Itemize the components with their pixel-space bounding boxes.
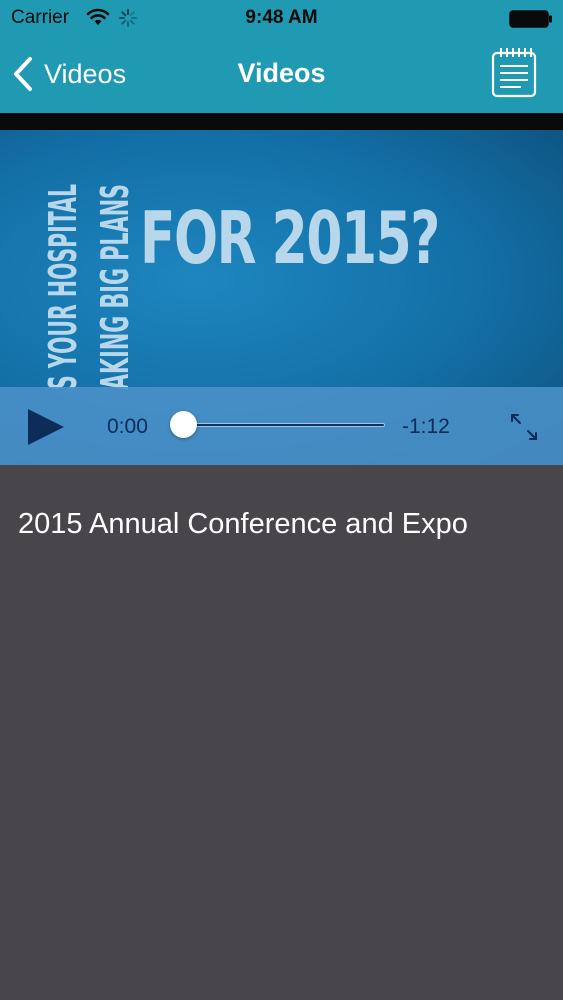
notepad-icon[interactable] — [491, 46, 537, 98]
time-remaining: -1:12 — [402, 415, 450, 438]
video-vertical-text-line2: AKING BIG PLANS — [93, 184, 137, 390]
scrubber-thumb[interactable] — [170, 411, 197, 438]
status-bar: Carrier 9:48 AM — [0, 0, 563, 36]
navigation-bar: Videos Videos — [0, 36, 563, 113]
scrubber-track[interactable] — [170, 411, 385, 438]
battery-icon — [509, 10, 552, 28]
video-controls: 0:00 -1:12 — [0, 387, 563, 465]
fullscreen-icon[interactable] — [508, 411, 540, 443]
video-frame-headline: FOR 2015? — [140, 196, 440, 280]
top-bar: Carrier 9:48 AM Videos Videos — [0, 0, 563, 113]
video-player[interactable]: S YOUR HOSPITAL AKING BIG PLANS FOR 2015… — [0, 113, 563, 465]
video-title: 2015 Annual Conference and Expo — [18, 508, 468, 540]
status-time: 9:48 AM — [245, 7, 318, 28]
screen: Carrier 9:48 AM Videos Videos S YOUR HOS… — [0, 0, 563, 1000]
video-vertical-text-line1: S YOUR HOSPITAL — [41, 184, 85, 390]
page-title: Videos — [237, 58, 326, 88]
play-icon[interactable] — [26, 407, 66, 447]
video-frame-vertical-text: S YOUR HOSPITAL AKING BIG PLANS — [41, 184, 137, 390]
time-elapsed: 0:00 — [107, 415, 148, 438]
